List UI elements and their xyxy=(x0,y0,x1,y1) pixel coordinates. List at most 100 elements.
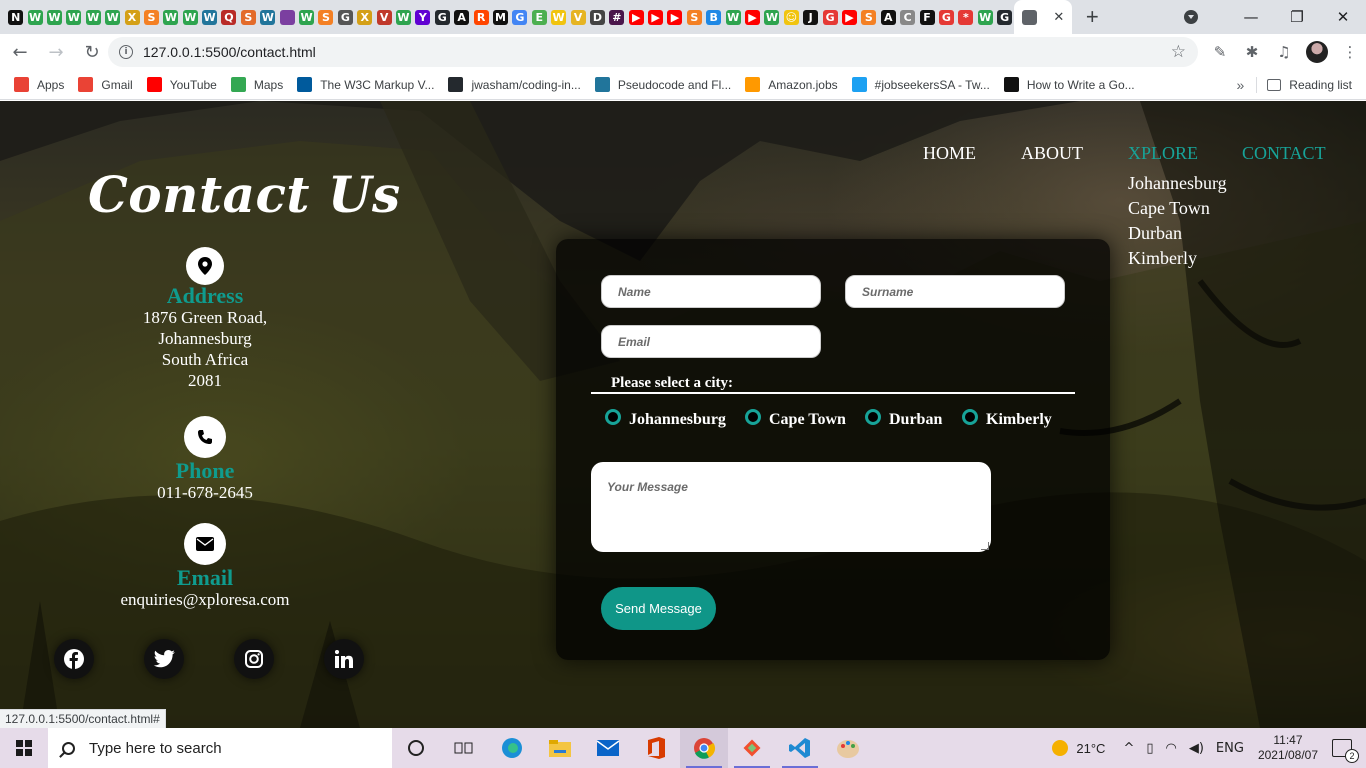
volume-icon[interactable]: ◀) xyxy=(1189,741,1204,756)
site-info-icon[interactable]: i xyxy=(119,45,133,59)
dropdown-item-durban[interactable]: Durban xyxy=(1128,221,1227,246)
bookmark-item[interactable]: #jobseekersSA - Tw... xyxy=(851,77,990,92)
browser-tab[interactable]: W xyxy=(25,0,44,34)
forward-button[interactable]: → xyxy=(40,36,72,68)
edge-icon[interactable] xyxy=(488,728,536,768)
taskbar-search[interactable]: Type here to search xyxy=(48,728,392,768)
browser-tab[interactable]: G xyxy=(995,0,1014,34)
weather-temperature[interactable]: 21°C xyxy=(1076,741,1105,756)
more-bookmarks-icon[interactable]: » xyxy=(1237,77,1245,93)
browser-tab[interactable]: ▶ xyxy=(840,0,859,34)
browser-tab[interactable]: V xyxy=(568,0,587,34)
browser-tab[interactable] xyxy=(277,0,296,34)
browser-tab[interactable]: ▶ xyxy=(627,0,646,34)
name-input[interactable]: Name xyxy=(601,275,821,308)
minimize-button[interactable]: — xyxy=(1228,0,1274,34)
cortana-icon[interactable] xyxy=(392,728,440,768)
extensions-puzzle-icon[interactable]: ✱ xyxy=(1236,36,1268,68)
message-textarea[interactable]: Your Message xyxy=(591,462,991,552)
surname-input[interactable]: Surname xyxy=(845,275,1065,308)
nav-home-link[interactable]: HOME xyxy=(923,143,976,164)
maximize-button[interactable]: ❐ xyxy=(1274,0,1320,34)
bookmark-item[interactable]: Gmail xyxy=(78,77,133,92)
new-tab-button[interactable]: + xyxy=(1074,4,1110,30)
nav-contact-link[interactable]: CONTACT xyxy=(1242,143,1326,164)
browser-tab[interactable]: B xyxy=(704,0,723,34)
bookmark-item[interactable]: Maps xyxy=(230,77,283,92)
dropdown-item-johannesburg[interactable]: Johannesburg xyxy=(1128,171,1227,196)
browser-menu-icon[interactable]: ⋮ xyxy=(1334,36,1366,68)
bookmark-item[interactable]: Pseudocode and Fl... xyxy=(594,77,731,92)
browser-tab[interactable]: Y xyxy=(413,0,432,34)
twitter-icon[interactable] xyxy=(144,639,184,679)
notifications-icon[interactable]: 2 xyxy=(1332,739,1359,763)
browser-tab[interactable]: A xyxy=(452,0,471,34)
radio-kimberly[interactable]: Kimberly xyxy=(962,409,1052,429)
profile-avatar[interactable] xyxy=(1306,41,1328,63)
radio-dot[interactable] xyxy=(605,409,621,425)
task-view-icon[interactable] xyxy=(440,728,488,768)
radio-dot[interactable] xyxy=(745,409,761,425)
browser-tab[interactable]: W xyxy=(181,0,200,34)
browser-tab[interactable]: X xyxy=(122,0,141,34)
browser-tab[interactable]: W xyxy=(64,0,83,34)
browser-tab[interactable]: G xyxy=(937,0,956,34)
radio-johannesburg[interactable]: Johannesburg xyxy=(605,409,726,429)
browser-tab[interactable]: W xyxy=(297,0,316,34)
git-icon[interactable] xyxy=(728,728,776,768)
browser-tab[interactable]: W xyxy=(161,0,180,34)
language-indicator[interactable]: ENG xyxy=(1216,741,1244,756)
bookmark-item[interactable]: Apps xyxy=(14,77,64,92)
browser-tab[interactable]: S xyxy=(859,0,878,34)
browser-tab[interactable]: G xyxy=(510,0,529,34)
extension-pen-icon[interactable]: ✎ xyxy=(1204,36,1236,68)
browser-tab[interactable]: ▶ xyxy=(665,0,684,34)
nav-about-link[interactable]: ABOUT xyxy=(1021,143,1083,164)
start-button[interactable] xyxy=(0,728,48,768)
browser-tab[interactable]: S xyxy=(142,0,161,34)
send-message-button[interactable]: Send Message xyxy=(601,587,716,630)
email-input[interactable]: Email xyxy=(601,325,821,358)
back-button[interactable]: ← xyxy=(4,36,36,68)
radio-cape-town[interactable]: Cape Town xyxy=(745,409,846,429)
paint-icon[interactable] xyxy=(824,728,872,768)
browser-tab[interactable]: W xyxy=(976,0,995,34)
reload-button[interactable]: ↻ xyxy=(76,36,108,68)
office-icon[interactable] xyxy=(632,728,680,768)
browser-tab[interactable]: M xyxy=(491,0,510,34)
bookmark-star-icon[interactable]: ☆ xyxy=(1171,42,1186,62)
browser-tab[interactable]: # xyxy=(607,0,626,34)
bookmark-item[interactable]: jwasham/coding-in... xyxy=(448,77,581,92)
browser-tab[interactable]: G xyxy=(820,0,839,34)
browser-tab[interactable]: X xyxy=(355,0,374,34)
active-browser-tab[interactable]: ✕ xyxy=(1014,0,1073,34)
browser-tab[interactable]: W xyxy=(549,0,568,34)
address-bar[interactable]: i 127.0.0.1:5500/contact.html ☆ xyxy=(108,37,1198,67)
close-window-button[interactable]: ✕ xyxy=(1320,0,1366,34)
browser-tab[interactable]: ▶ xyxy=(646,0,665,34)
browser-tab[interactable]: ☺ xyxy=(782,0,801,34)
facebook-icon[interactable] xyxy=(54,639,94,679)
bookmark-item[interactable]: How to Write a Go... xyxy=(1003,77,1135,92)
browser-tab[interactable]: S xyxy=(316,0,335,34)
browser-tab[interactable]: W xyxy=(723,0,742,34)
file-explorer-icon[interactable] xyxy=(536,728,584,768)
tab-search-icon[interactable] xyxy=(1184,10,1198,24)
browser-tab[interactable]: W xyxy=(394,0,413,34)
instagram-icon[interactable] xyxy=(234,639,274,679)
show-hidden-icons-icon[interactable]: ^ xyxy=(1123,741,1134,756)
device-icon[interactable]: ▯ xyxy=(1146,741,1153,756)
clock[interactable]: 11:47 2021/08/07 xyxy=(1258,733,1318,763)
nav-xplore-link[interactable]: XPLORE xyxy=(1128,143,1198,164)
browser-tab[interactable]: W xyxy=(200,0,219,34)
dropdown-item-cape-town[interactable]: Cape Town xyxy=(1128,196,1227,221)
browser-tab[interactable]: E xyxy=(530,0,549,34)
browser-tab[interactable]: J xyxy=(801,0,820,34)
browser-tab[interactable]: W xyxy=(258,0,277,34)
browser-tab[interactable]: N xyxy=(6,0,25,34)
browser-tab[interactable]: A xyxy=(879,0,898,34)
browser-tab[interactable]: S xyxy=(685,0,704,34)
browser-tab[interactable]: W xyxy=(762,0,781,34)
browser-tab[interactable]: S xyxy=(239,0,258,34)
radio-dot[interactable] xyxy=(962,409,978,425)
